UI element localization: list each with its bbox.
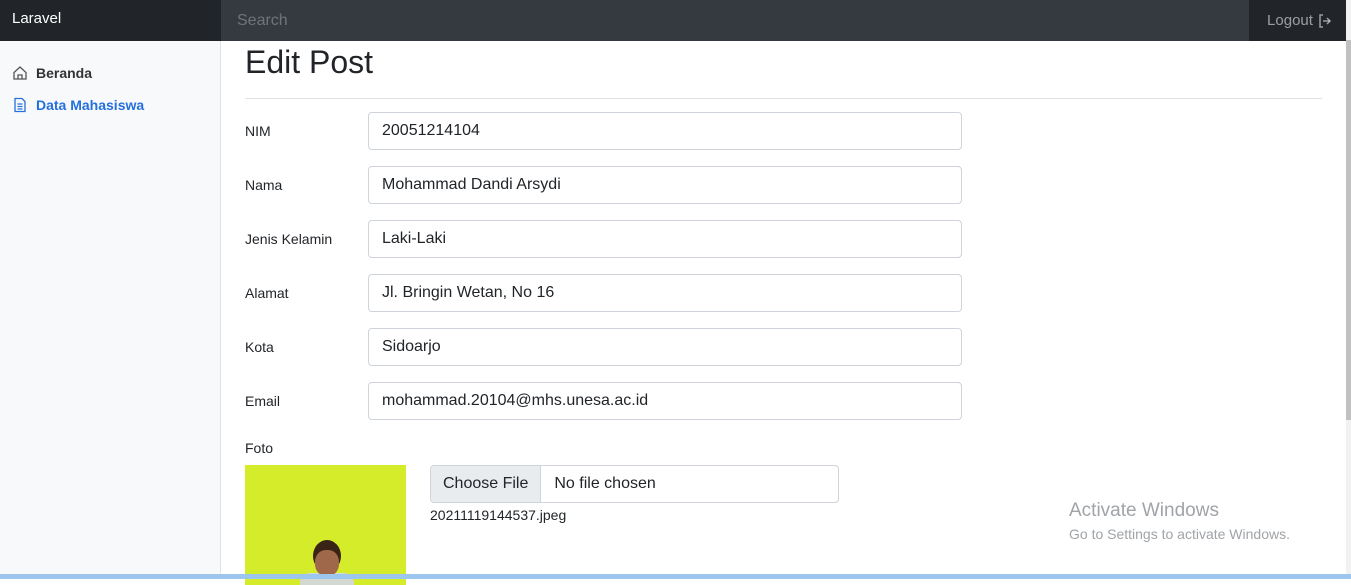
search-input[interactable]	[221, 0, 1249, 41]
file-status: No file chosen	[554, 475, 656, 492]
logout-icon	[1319, 13, 1331, 28]
logout-button[interactable]: Logout	[1249, 0, 1351, 41]
choose-file-button[interactable]: Choose File	[431, 466, 542, 502]
home-icon	[13, 66, 27, 80]
activate-windows-watermark: Activate Windows Go to Settings to activ…	[1069, 500, 1290, 542]
scrollbar-thumb[interactable]	[1346, 40, 1351, 420]
sidebar-item-label: Data Mahasiswa	[36, 97, 145, 113]
email-field[interactable]: mohammad.20104@mhs.unesa.ac.id	[368, 382, 962, 420]
nim-field[interactable]: 20051214104	[368, 112, 962, 150]
foto-label: Foto	[245, 440, 274, 456]
sidebar-item-label: Beranda	[36, 65, 93, 81]
file-input[interactable]: Choose File No file chosen	[430, 465, 839, 503]
scrollbar[interactable]	[1346, 0, 1351, 579]
file-icon	[14, 97, 26, 113]
alamat-label: Alamat	[245, 285, 289, 301]
email-label: Email	[245, 393, 281, 409]
nim-label: NIM	[245, 123, 271, 139]
nama-label: Nama	[245, 177, 283, 193]
main-content: Edit Post NIM 20051214104 Nama Mohammad …	[245, 41, 1322, 585]
kota-label: Kota	[245, 339, 274, 355]
logout-label: Logout	[1267, 12, 1313, 29]
kota-field[interactable]: Sidoarjo	[368, 328, 962, 366]
watermark-title: Activate Windows	[1069, 500, 1219, 521]
alamat-field[interactable]: Jl. Bringin Wetan, No 16	[368, 274, 962, 312]
jenis-kelamin-label: Jenis Kelamin	[245, 231, 333, 247]
jenis-kelamin-field[interactable]: Laki-Laki	[368, 220, 962, 258]
sidebar-item-data-mahasiswa[interactable]: Data Mahasiswa	[0, 89, 220, 121]
taskbar-edge	[0, 574, 1351, 579]
page-title: Edit Post	[245, 44, 1322, 99]
nama-field[interactable]: Mohammad Dandi Arsydi	[368, 166, 962, 204]
sidebar: Beranda Data Mahasiswa	[0, 41, 221, 579]
brand-link[interactable]: Laravel	[0, 0, 221, 41]
sidebar-item-beranda[interactable]: Beranda	[0, 57, 220, 89]
current-filename: 20211119144537.jpeg	[430, 507, 567, 523]
top-navbar: Laravel Logout	[0, 0, 1351, 41]
photo-preview	[245, 465, 406, 585]
watermark-subtitle: Go to Settings to activate Windows.	[1069, 526, 1290, 542]
